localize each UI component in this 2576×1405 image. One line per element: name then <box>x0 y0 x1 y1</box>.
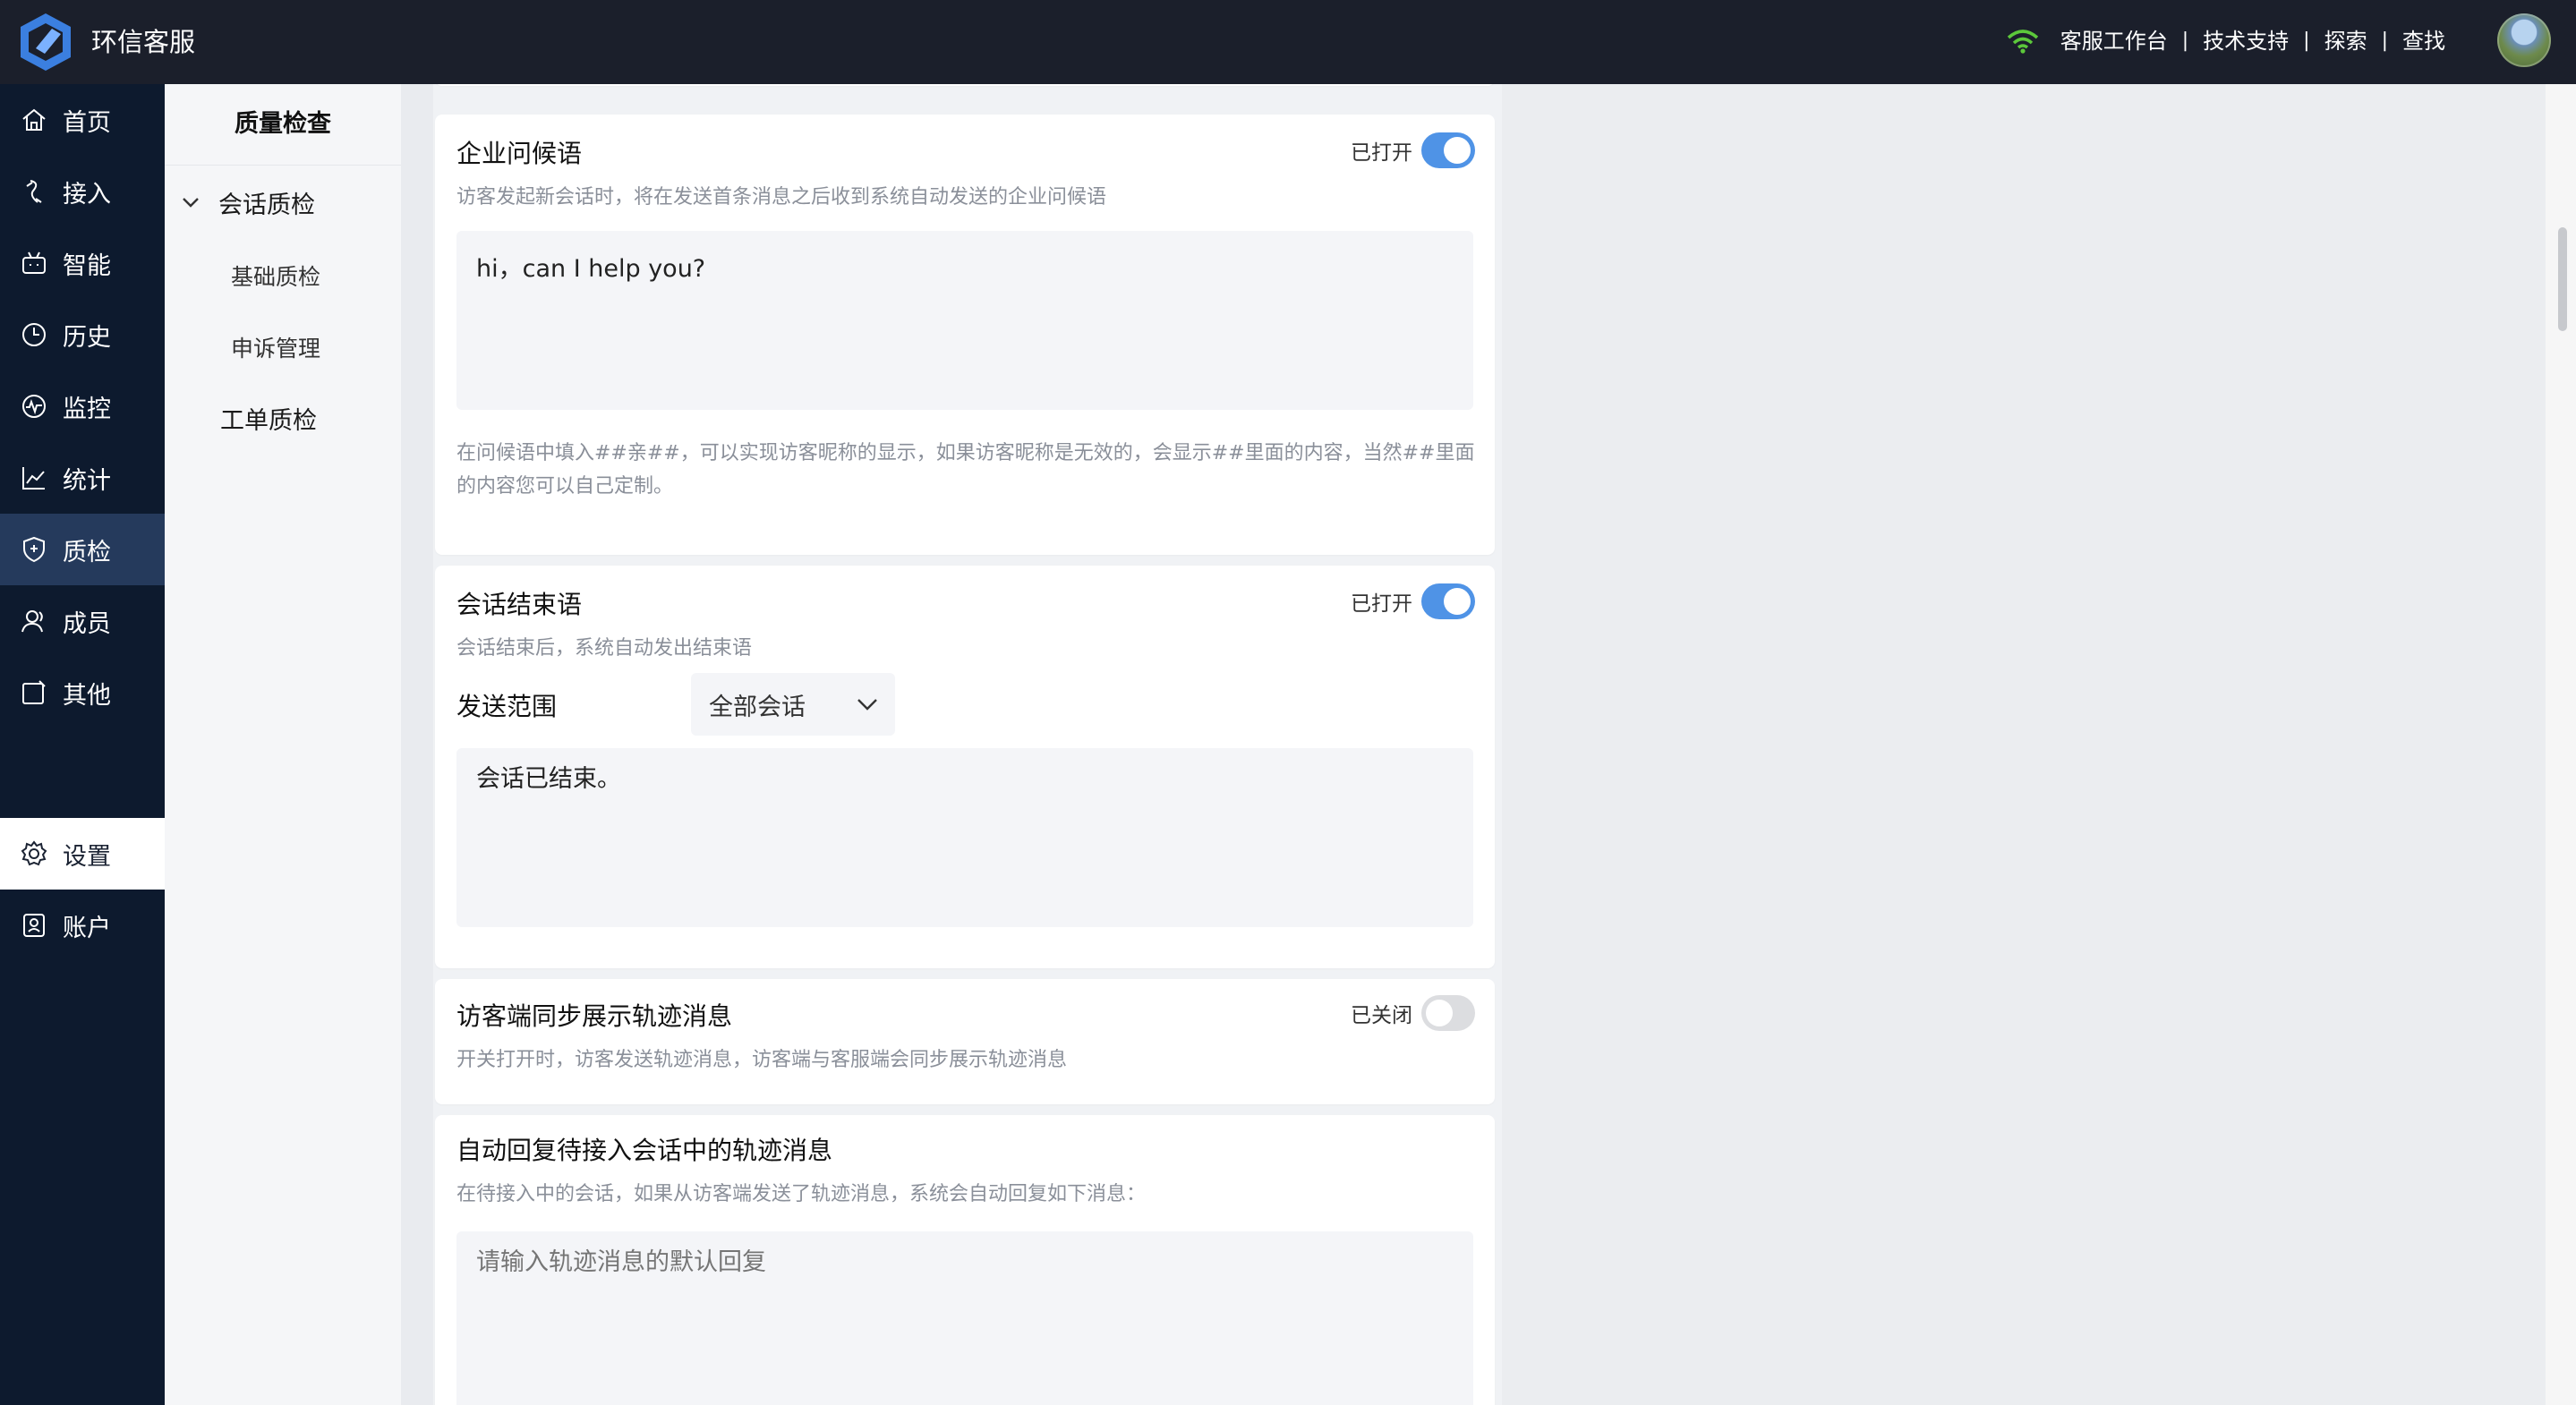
home-icon <box>22 108 46 131</box>
shield-icon <box>23 536 45 563</box>
chevron-down-icon <box>857 699 877 711</box>
header-links: 客服工作台 | 技术支持 | 探索 | 查找 <box>2007 21 2445 61</box>
greeting-switch-group: 已打开 <box>1351 132 1475 168</box>
subnav-group-session-qc[interactable]: 会话质检 <box>181 184 315 220</box>
card-previous <box>435 84 1495 86</box>
scope-value: 全部会话 <box>709 693 806 721</box>
nav-label: 质检 <box>63 538 111 566</box>
chart-icon <box>22 467 45 490</box>
card-track-sync: 访客端同步展示轨迹消息 开关打开时，访客发送轨迹消息，访客端与客服端会同步展示轨… <box>435 979 1495 1104</box>
monitor-icon <box>22 395 46 418</box>
nav-label: 成员 <box>63 609 111 638</box>
right-pane <box>1502 84 2546 1405</box>
logo-icon <box>21 13 71 71</box>
app-name: 环信客服 <box>91 27 196 57</box>
nav-item-other[interactable]: 其他 <box>0 657 165 728</box>
nav-label: 账户 <box>63 914 111 942</box>
ending-textarea[interactable]: 会话已结束。 <box>456 748 1473 927</box>
switch-label: 已打开 <box>1351 592 1412 616</box>
nav-label: 接入 <box>63 180 111 209</box>
nav-item-quality[interactable]: 质检 <box>0 514 165 585</box>
gear-icon <box>21 840 47 866</box>
ending-switch-group: 已打开 <box>1351 583 1475 619</box>
auto-reply-textarea[interactable] <box>456 1231 1473 1405</box>
ending-desc: 会话结束后，系统自动发出结束语 <box>456 637 753 660</box>
scrollbar-thumb[interactable] <box>2558 227 2567 331</box>
separator: | <box>2381 30 2388 52</box>
link-workbench[interactable]: 客服工作台 <box>2060 21 2168 61</box>
user-icon <box>21 610 43 633</box>
switch-label: 已关闭 <box>1351 1004 1412 1027</box>
link-explore[interactable]: 探索 <box>2324 21 2367 61</box>
nav-label: 历史 <box>63 323 111 352</box>
ending-title: 会话结束语 <box>456 590 583 619</box>
greeting-desc: 访客发起新会话时，将在发送首条消息之后收到系统自动发送的企业问候语 <box>456 186 1107 209</box>
nav-label: 首页 <box>63 108 111 137</box>
nav-label: 统计 <box>63 466 111 495</box>
greeting-title: 企业问候语 <box>456 139 583 168</box>
track-title: 访客端同步展示轨迹消息 <box>456 1001 733 1031</box>
link-support[interactable]: 技术支持 <box>2203 21 2289 61</box>
nav-item-access[interactable]: 接入 <box>0 156 165 227</box>
other-icon <box>22 680 46 704</box>
track-toggle[interactable] <box>1421 995 1475 1031</box>
card-greeting: 企业问候语 访客发起新会话时，将在发送首条消息之后收到系统自动发送的企业问候语 … <box>435 115 1495 555</box>
toggle-knob <box>1444 588 1471 615</box>
card-auto-reply: 自动回复待接入会话中的轨迹消息 在待接入中的会话，如果从访客端发送了轨迹消息，系… <box>435 1115 1495 1405</box>
track-switch-group: 已关闭 <box>1351 995 1475 1031</box>
account-icon <box>23 914 45 937</box>
ending-toggle[interactable] <box>1421 583 1475 619</box>
auto-reply-desc: 在待接入中的会话，如果从访客端发送了轨迹消息，系统会自动回复如下消息： <box>456 1183 1147 1205</box>
separator: | <box>2181 30 2189 52</box>
auto-reply-title: 自动回复待接入会话中的轨迹消息 <box>456 1136 833 1165</box>
subnav-item-ticket-qc[interactable]: 工单质检 <box>220 401 317 436</box>
content-gutter <box>401 84 433 1405</box>
greeting-textarea[interactable]: hi，can I help you? <box>456 231 1473 410</box>
track-desc: 开关打开时，访客发送轨迹消息，访客端与客服端会同步展示轨迹消息 <box>456 1049 1068 1071</box>
nav-item-ai[interactable]: 智能 <box>0 227 165 299</box>
scope-select[interactable]: 全部会话 <box>691 673 895 736</box>
scope-label: 发送范围 <box>456 692 558 721</box>
access-icon <box>26 180 42 203</box>
separator: | <box>2303 30 2310 52</box>
sub-nav: 质量检查 会话质检 基础质检 申诉管理 工单质检 <box>165 84 402 1405</box>
nav-label: 智能 <box>63 251 111 280</box>
avatar[interactable] <box>2497 13 2551 67</box>
toggle-knob <box>1444 137 1471 164</box>
nav-item-history[interactable]: 历史 <box>0 299 165 370</box>
link-search[interactable]: 查找 <box>2402 21 2445 61</box>
nav-item-account[interactable]: 账户 <box>0 890 165 961</box>
robot-icon <box>22 251 46 274</box>
content-area: 企业问候语 访客发起新会话时，将在发送首条消息之后收到系统自动发送的企业问候语 … <box>401 84 2576 1405</box>
top-bar: 环信客服 客服工作台 | 技术支持 | 探索 | 查找 <box>0 0 2576 84</box>
main-nav: 首页 接入 智能 历史 监控 统计 质检 成员 其他 设置 账户 <box>0 84 165 1405</box>
chevron-down-icon <box>183 198 199 208</box>
card-ending: 会话结束语 会话结束后，系统自动发出结束语 已打开 发送范围 全部会话 会话已结… <box>435 566 1495 968</box>
nav-item-monitor[interactable]: 监控 <box>0 370 165 442</box>
nav-item-stats[interactable]: 统计 <box>0 442 165 514</box>
greeting-hint: 在问候语中填入##亲##，可以实现访客昵称的显示，如果访客昵称是无效的，会显示#… <box>456 442 1475 498</box>
subnav-group-label: 会话质检 <box>218 191 315 219</box>
subnav-title: 质量检查 <box>165 84 401 166</box>
subnav-item-appeal[interactable]: 申诉管理 <box>231 331 320 363</box>
greeting-toggle[interactable] <box>1421 132 1475 168</box>
nav-item-home[interactable]: 首页 <box>0 84 165 156</box>
wifi-icon <box>2007 30 2038 54</box>
nav-label: 其他 <box>63 681 111 710</box>
nav-item-settings[interactable]: 设置 <box>0 818 165 890</box>
nav-item-members[interactable]: 成员 <box>0 585 165 657</box>
nav-label: 监控 <box>63 395 111 423</box>
nav-label: 设置 <box>63 842 111 871</box>
subnav-item-basic-qc[interactable]: 基础质检 <box>231 260 320 292</box>
switch-label: 已打开 <box>1351 141 1412 165</box>
clock-icon <box>22 323 46 346</box>
toggle-knob <box>1426 1000 1453 1026</box>
